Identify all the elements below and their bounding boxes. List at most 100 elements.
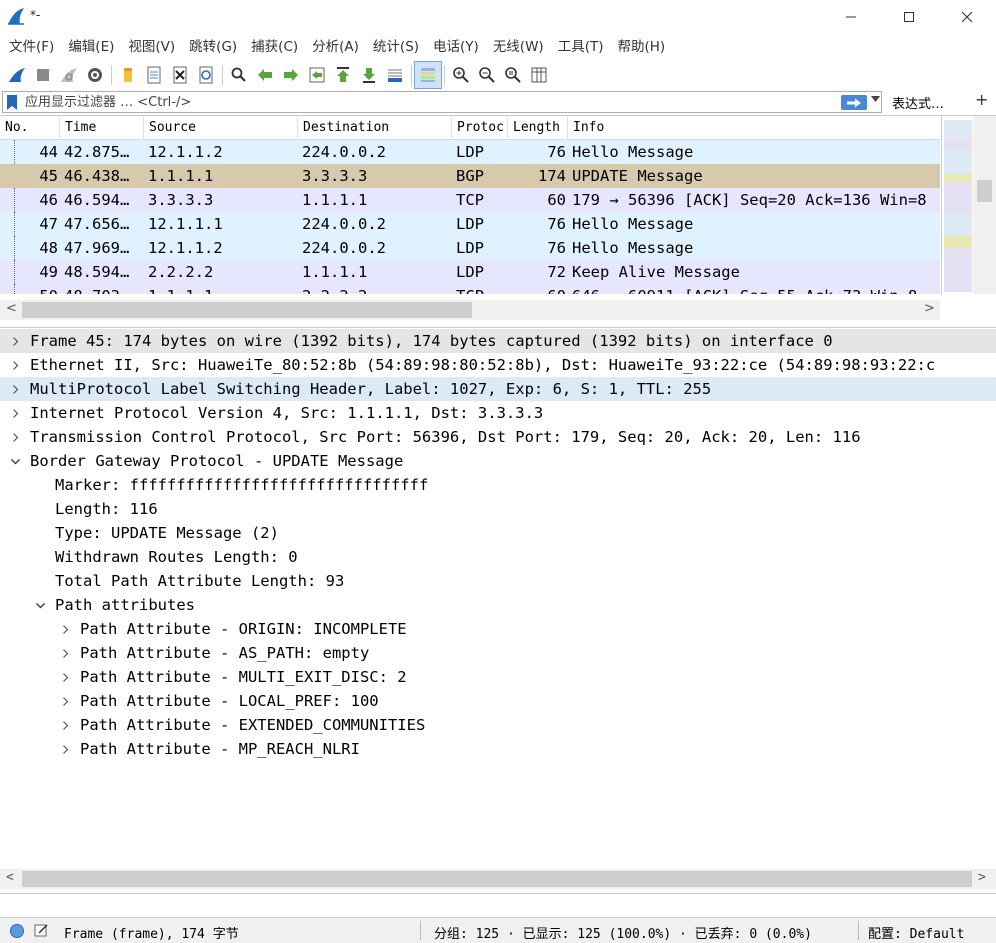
start-capture-button[interactable] [4,62,30,88]
column-header-length[interactable]: Length [508,116,568,140]
save-file-button[interactable] [141,62,167,88]
column-header-no[interactable]: No. [0,116,60,140]
menu-analyze[interactable]: 分析(A) [305,34,366,60]
chevron-right-icon[interactable] [58,689,72,713]
packet-row[interactable]: 44 42.875… 12.1.1.2 224.0.0.2 LDP 76 Hel… [0,140,940,164]
detail-tree-item[interactable]: Marker: ffffffffffffffffffffffffffffffff [0,473,996,497]
menu-wireless[interactable]: 无线(W) [486,34,551,60]
stop-capture-button[interactable] [30,62,56,88]
maximize-button[interactable] [880,0,938,34]
detail-tree-item[interactable]: Type: UPDATE Message (2) [0,521,996,545]
apply-filter-button[interactable] [841,95,867,110]
detail-tree-item[interactable]: Internet Protocol Version 4, Src: 1.1.1.… [0,401,996,425]
packet-list-vertical-scrollbar[interactable] [973,116,996,294]
first-packet-button[interactable] [330,62,356,88]
minimize-button[interactable] [822,0,880,34]
menu-edit[interactable]: 编辑(E) [61,34,121,60]
resize-columns-button[interactable] [526,62,552,88]
menu-view[interactable]: 视图(V) [121,34,182,60]
chevron-right-icon[interactable] [58,665,72,689]
packet-list-horizontal-scrollbar[interactable]: < > [0,300,940,320]
detail-tree-item[interactable]: Transmission Control Protocol, Src Port:… [0,425,996,449]
detail-tree-item[interactable]: Path Attribute - MP_REACH_NLRI [0,737,996,761]
close-button[interactable] [938,0,996,34]
menu-help[interactable]: 帮助(H) [610,34,672,60]
add-filter-button[interactable]: + [975,90,988,109]
bookmark-icon[interactable] [6,95,18,111]
chevron-down-icon[interactable] [8,449,22,473]
detail-tree-item[interactable]: Path Attribute - LOCAL_PREF: 100 [0,689,996,713]
column-header-protocol[interactable]: Protoc [452,116,508,140]
menu-file[interactable]: 文件(F) [2,34,61,60]
detail-tree-item[interactable]: Border Gateway Protocol - UPDATE Message [0,449,996,473]
menu-capture[interactable]: 捕获(C) [244,34,305,60]
status-profile[interactable]: 配置: Default [868,923,964,942]
chevron-right-icon[interactable] [58,641,72,665]
scroll-left-icon[interactable]: < [6,870,14,885]
auto-scroll-button[interactable] [382,62,408,88]
scroll-left-icon[interactable]: < [6,301,17,316]
go-to-packet-button[interactable] [304,62,330,88]
packet-minimap[interactable] [941,116,973,294]
scroll-thumb[interactable] [22,871,972,887]
packet-row[interactable]: 48 47.969… 12.1.1.2 224.0.0.2 LDP 76 Hel… [0,236,940,260]
scroll-right-icon[interactable]: > [924,301,935,316]
details-horizontal-scrollbar[interactable]: < > [0,869,996,889]
detail-tree-item[interactable]: Path Attribute - EXTENDED_COMMUNITIES [0,713,996,737]
packet-row-selected[interactable]: 45 46.438… 1.1.1.1 3.3.3.3 BGP 174 UPDAT… [0,164,940,188]
menu-go[interactable]: 跳转(G) [182,34,244,60]
scroll-thumb[interactable] [977,180,992,202]
chevron-right-icon[interactable] [8,425,22,449]
expression-button[interactable]: 表达式… [892,93,944,112]
open-file-button[interactable] [115,62,141,88]
display-filter-input[interactable] [25,94,825,111]
detail-tree-item[interactable]: Path Attribute - MULTI_EXIT_DISC: 2 [0,665,996,689]
packet-row[interactable]: 47 47.656… 12.1.1.1 224.0.0.2 LDP 76 Hel… [0,212,940,236]
go-back-button[interactable] [252,62,278,88]
expert-info-icon[interactable] [9,923,25,939]
detail-tree-item[interactable]: Path attributes [0,593,996,617]
chevron-right-icon[interactable] [58,737,72,761]
chevron-right-icon[interactable] [8,401,22,425]
recent-filters-dropdown[interactable] [871,95,880,105]
detail-tree-item[interactable]: Ethernet II, Src: HuaweiTe_80:52:8b (54:… [0,353,996,377]
menu-tools[interactable]: 工具(T) [551,34,611,60]
column-header-source[interactable]: Source [144,116,298,140]
column-header-info[interactable]: Info [568,116,940,140]
menu-statistics[interactable]: 统计(S) [366,34,426,60]
scroll-thumb[interactable] [22,302,472,318]
packet-bytes-pane[interactable] [0,893,996,917]
chevron-right-icon[interactable] [8,329,22,353]
zoom-in-button[interactable] [448,62,474,88]
column-header-destination[interactable]: Destination [298,116,452,140]
detail-tree-item[interactable]: Total Path Attribute Length: 93 [0,569,996,593]
packet-row[interactable]: 50 48.703… 1.1.1.1 2.2.2.2 TCP 60 646 → … [0,284,940,294]
normal-size-button[interactable] [500,62,526,88]
detail-tree-item[interactable]: Withdrawn Routes Length: 0 [0,545,996,569]
detail-tree-item[interactable]: Length: 116 [0,497,996,521]
close-file-button[interactable] [167,62,193,88]
zoom-out-button[interactable] [474,62,500,88]
last-packet-button[interactable] [356,62,382,88]
scroll-right-icon[interactable]: > [978,870,986,885]
capture-comment-icon[interactable] [33,922,49,938]
restart-capture-button[interactable] [56,62,82,88]
colorize-button[interactable] [414,61,442,89]
detail-tree-item[interactable]: Frame 45: 174 bytes on wire (1392 bits),… [0,329,996,353]
detail-tree-item[interactable]: Path Attribute - AS_PATH: empty [0,641,996,665]
find-packet-button[interactable] [226,62,252,88]
chevron-right-icon[interactable] [58,713,72,737]
packet-row[interactable]: 49 48.594… 2.2.2.2 1.1.1.1 LDP 72 Keep A… [0,260,940,284]
detail-tree-item[interactable]: MultiProtocol Label Switching Header, La… [0,377,996,401]
chevron-down-icon[interactable] [33,593,47,617]
packet-row[interactable]: 46 46.594… 3.3.3.3 1.1.1.1 TCP 60 179 → … [0,188,940,212]
menu-telephony[interactable]: 电话(Y) [426,34,486,60]
column-header-time[interactable]: Time [60,116,144,140]
chevron-right-icon[interactable] [8,377,22,401]
reload-file-button[interactable] [193,62,219,88]
detail-tree-item[interactable]: Path Attribute - ORIGIN: INCOMPLETE [0,617,996,641]
chevron-right-icon[interactable] [58,617,72,641]
go-forward-button[interactable] [278,62,304,88]
capture-options-button[interactable] [82,62,108,88]
chevron-right-icon[interactable] [8,353,22,377]
